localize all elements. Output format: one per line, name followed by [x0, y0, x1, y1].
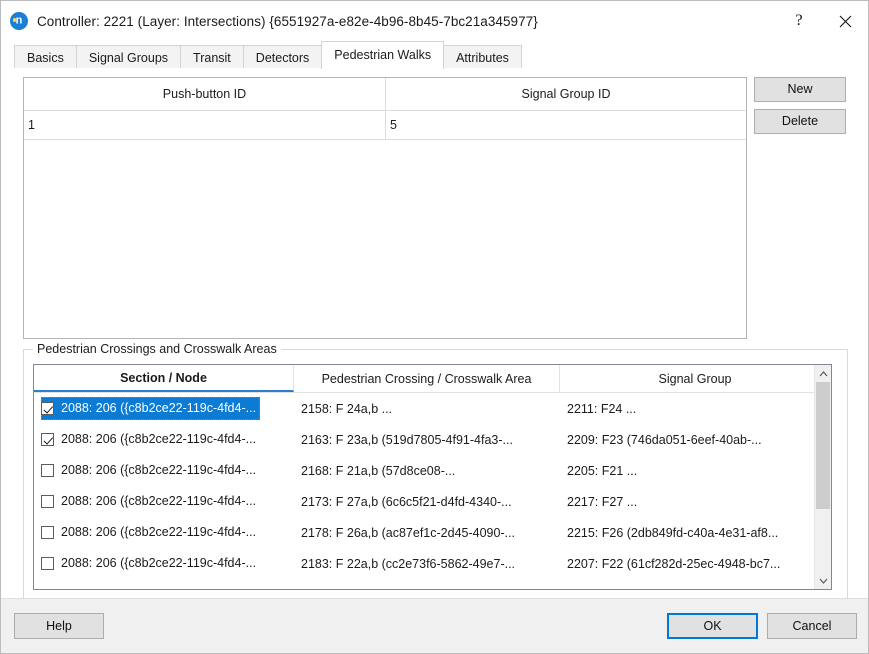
cell-signal-group[interactable]: 2207: F22 (61cf282d-25ec-4948-bc7...: [560, 548, 831, 579]
cell-crossing[interactable]: 2163: F 23a,b (519d7805-4f91-4fa3-...: [294, 424, 560, 455]
chevron-down-icon: [819, 578, 827, 584]
row-checkbox[interactable]: [41, 402, 54, 415]
section-node-label: 2088: 206 ({c8b2ce22-119c-4fd4-...: [61, 494, 257, 509]
push-button-actions: New Delete: [754, 77, 846, 134]
cell-push-button-id[interactable]: 1: [24, 111, 386, 139]
row-checkbox[interactable]: [41, 495, 54, 508]
tab-signal-groups[interactable]: Signal Groups: [75, 45, 182, 69]
cell-signal-group[interactable]: 2209: F23 (746da051-6eef-40ab-...: [560, 424, 831, 455]
tab-detectors[interactable]: Detectors: [242, 45, 323, 69]
section-node-label: 2088: 206 ({c8b2ce22-119c-4fd4-...: [61, 556, 257, 571]
cell-crossing[interactable]: 2168: F 21a,b (57d8ce08-...: [294, 455, 560, 486]
section-node-label: 2088: 206 ({c8b2ce22-119c-4fd4-...: [61, 463, 257, 478]
push-button-table[interactable]: Push-button ID Signal Group ID 1 5: [23, 77, 747, 339]
pedestrian-crossings-group: Pedestrian Crossings and Crosswalk Areas…: [23, 342, 848, 604]
row-checkbox[interactable]: [41, 433, 54, 446]
list-item[interactable]: 2088: 206 ({c8b2ce22-119c-4fd4-... 2183:…: [34, 548, 831, 579]
cell-crossing[interactable]: 2183: F 22a,b (cc2e73f6-5862-49e7-...: [294, 548, 560, 579]
controller-dialog: Controller: 2221 (Layer: Intersections) …: [0, 0, 869, 654]
crossings-list[interactable]: Section / Node Pedestrian Crossing / Cro…: [33, 364, 832, 590]
cell-signal-group-id[interactable]: 5: [386, 111, 746, 139]
cell-section-node[interactable]: 2088: 206 ({c8b2ce22-119c-4fd4-...: [34, 424, 294, 455]
list-item[interactable]: 2088: 206 ({c8b2ce22-119c-4fd4-... 2173:…: [34, 486, 831, 517]
push-button-section: Push-button ID Signal Group ID 1 5 New D…: [23, 77, 858, 339]
tab-bar: Basics Signal Groups Transit Detectors P…: [1, 41, 868, 69]
list-item[interactable]: 2088: 206 ({c8b2ce22-119c-4fd4-... 2168:…: [34, 455, 831, 486]
row-checkbox[interactable]: [41, 526, 54, 539]
help-button[interactable]: Help: [14, 613, 104, 639]
close-button[interactable]: [822, 1, 868, 41]
cell-signal-group[interactable]: 2215: F26 (2db849fd-c40a-4e31-af8...: [560, 517, 831, 548]
column-header-push-button-id[interactable]: Push-button ID: [24, 78, 386, 110]
column-header-signal-group[interactable]: Signal Group: [560, 365, 831, 392]
list-item[interactable]: 2088: 206 ({c8b2ce22-119c-4fd4-... 2163:…: [34, 424, 831, 455]
new-button[interactable]: New: [754, 77, 846, 102]
column-header-signal-group-id[interactable]: Signal Group ID: [386, 78, 746, 110]
help-icon-button[interactable]: ?: [776, 1, 822, 41]
cell-section-node[interactable]: 2088: 206 ({c8b2ce22-119c-4fd4-...: [34, 455, 294, 486]
cancel-button[interactable]: Cancel: [767, 613, 857, 639]
tab-pedestrian-walks[interactable]: Pedestrian Walks: [321, 41, 445, 69]
chevron-up-icon: [819, 370, 827, 376]
scroll-thumb[interactable]: [816, 382, 830, 510]
push-button-table-header: Push-button ID Signal Group ID: [24, 78, 746, 111]
tab-content-pedestrian-walks: Push-button ID Signal Group ID 1 5 New D…: [1, 69, 868, 604]
crossings-list-body: 2088: 206 ({c8b2ce22-119c-4fd4-... 2158:…: [34, 393, 831, 579]
close-icon: [839, 15, 851, 27]
scroll-up-button[interactable]: [815, 365, 831, 382]
ok-button[interactable]: OK: [667, 613, 758, 639]
dialog-footer: Help OK Cancel: [1, 598, 868, 653]
list-item[interactable]: 2088: 206 ({c8b2ce22-119c-4fd4-... 2158:…: [34, 393, 831, 424]
section-node-label: 2088: 206 ({c8b2ce22-119c-4fd4-...: [61, 432, 257, 447]
question-mark-icon: ?: [795, 12, 803, 29]
cell-signal-group[interactable]: 2205: F21 ...: [560, 455, 831, 486]
row-checkbox[interactable]: [41, 557, 54, 570]
section-node-label: 2088: 206 ({c8b2ce22-119c-4fd4-...: [61, 401, 257, 416]
section-node-label: 2088: 206 ({c8b2ce22-119c-4fd4-...: [61, 525, 257, 540]
cell-signal-group[interactable]: 2217: F27 ...: [560, 486, 831, 517]
tab-transit[interactable]: Transit: [180, 45, 244, 69]
group-title: Pedestrian Crossings and Crosswalk Areas: [33, 342, 281, 356]
crossings-list-header: Section / Node Pedestrian Crossing / Cro…: [34, 365, 831, 393]
title-bar: Controller: 2221 (Layer: Intersections) …: [1, 1, 868, 41]
cell-crossing[interactable]: 2158: F 24a,b ...: [294, 393, 560, 424]
tab-basics[interactable]: Basics: [14, 45, 77, 69]
window-title: Controller: 2221 (Layer: Intersections) …: [37, 13, 538, 29]
cell-crossing[interactable]: 2173: F 27a,b (6c6c5f21-d4fd-4340-...: [294, 486, 560, 517]
cell-section-node[interactable]: 2088: 206 ({c8b2ce22-119c-4fd4-...: [34, 548, 294, 579]
list-item[interactable]: 2088: 206 ({c8b2ce22-119c-4fd4-... 2178:…: [34, 517, 831, 548]
column-header-section-node[interactable]: Section / Node: [34, 365, 294, 392]
app-n-icon: [10, 12, 28, 30]
delete-button[interactable]: Delete: [754, 109, 846, 134]
scroll-down-button[interactable]: [815, 572, 831, 589]
cell-section-node[interactable]: 2088: 206 ({c8b2ce22-119c-4fd4-...: [34, 517, 294, 548]
column-header-crossing[interactable]: Pedestrian Crossing / Crosswalk Area: [294, 365, 560, 392]
window-controls: ?: [776, 1, 868, 41]
cell-section-node[interactable]: 2088: 206 ({c8b2ce22-119c-4fd4-...: [34, 393, 294, 424]
cell-signal-group[interactable]: 2211: F24 ...: [560, 393, 831, 424]
scroll-track[interactable]: [815, 382, 831, 572]
cell-crossing[interactable]: 2178: F 26a,b (ac87ef1c-2d45-4090-...: [294, 517, 560, 548]
list-vertical-scrollbar[interactable]: [814, 365, 831, 589]
cell-section-node[interactable]: 2088: 206 ({c8b2ce22-119c-4fd4-...: [34, 486, 294, 517]
table-row[interactable]: 1 5: [24, 111, 746, 140]
row-checkbox[interactable]: [41, 464, 54, 477]
tab-attributes[interactable]: Attributes: [443, 45, 522, 69]
